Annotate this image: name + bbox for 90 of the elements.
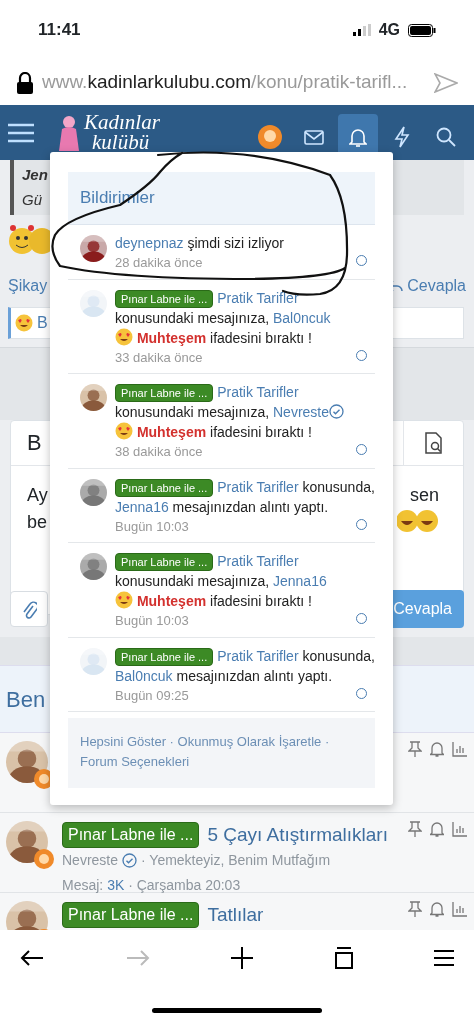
avatar-icon[interactable] xyxy=(258,125,282,149)
menu-footer-links: Hepsini Göster · Okunmuş Olarak İşaretle · Forum Seçenekleri xyxy=(68,718,375,788)
thread-forums: · Yemekteyiz, Benim Mutfağım xyxy=(141,850,331,870)
user-link[interactable]: Bal0ncuk xyxy=(115,667,173,684)
attach-button[interactable] xyxy=(10,591,48,627)
network-label: 4G xyxy=(378,20,400,40)
reaction-summary[interactable]: B xyxy=(37,311,48,335)
editor-text: be xyxy=(27,511,48,534)
prefix-label[interactable]: Pınar Labne ile ... xyxy=(115,478,214,497)
notification-text: Pınar Labne ile ... Pratik Tarifler konusunda, Bal0ncuk mesajınızdan alıntı yaptı. xyxy=(115,646,375,686)
notification-time: 38 dakika önce xyxy=(115,443,203,461)
heart-eyes-icon xyxy=(115,591,133,609)
paperclip-icon xyxy=(21,599,37,620)
bell-icon xyxy=(430,741,444,757)
notification-time: 28 dakika önce xyxy=(115,254,203,272)
user-link[interactable]: deynepnaz xyxy=(115,235,184,251)
back-icon[interactable] xyxy=(20,949,44,967)
pin-icon xyxy=(408,901,422,917)
section-heading: Ben xyxy=(6,685,46,714)
tabs-icon[interactable] xyxy=(334,947,353,969)
prefix-label[interactable]: Pınar Labne ile ... xyxy=(62,902,200,929)
url-text[interactable]: www.kadinlarkulubu.com/konu/pratik-tarifl... xyxy=(42,68,426,97)
thread-stats: Mesaj: 3K · Çarşamba 20:03 xyxy=(62,875,242,895)
prefix-label[interactable]: Pınar Labne ile ... xyxy=(115,553,214,571)
preview-icon xyxy=(423,432,444,454)
thread-link[interactable]: Pratik Tarifler xyxy=(217,384,299,400)
notification-item[interactable]: Pınar Labne ile ... Pratik Tarifler konusunda, Bal0ncuk mesajınızdan alıntı yaptı. Bugün 09:25 xyxy=(68,637,375,712)
prefix-label[interactable]: Pınar Labne ile ... xyxy=(115,384,214,402)
thread-title[interactable]: Tatlılar xyxy=(207,901,264,930)
report-link[interactable]: Şikay xyxy=(8,274,48,298)
logo-figure-icon xyxy=(58,114,80,151)
notification-text: Pınar Labne ile ... Pratik Tarifler konusundaki mesajınıza, Nevreste Muhteşem ifadesini bıraktı ! xyxy=(115,382,375,442)
chart-icon xyxy=(452,821,468,837)
thread-link[interactable]: Pratik Tarifler xyxy=(217,647,299,664)
thread-author[interactable]: Nevreste xyxy=(62,849,119,871)
notification-time: Bugün 09:25 xyxy=(115,686,189,705)
pin-icon xyxy=(408,741,422,757)
search-icon[interactable] xyxy=(436,127,456,147)
prefix-label[interactable]: Pınar Labne ile ... xyxy=(115,289,214,308)
prefix-label[interactable]: Pınar Labne ile ... xyxy=(62,822,200,849)
bell-icon[interactable] xyxy=(349,127,367,147)
notification-time: 33 dakika önce xyxy=(115,348,203,367)
footer-link[interactable]: Okunmuş Olarak İşaretle xyxy=(177,734,322,749)
user-link[interactable]: Bal0ncuk xyxy=(273,309,331,326)
notification-text: Pınar Labne ile ... Pratik Tarifler konusundaki mesajınıza, Jenna16 Muhteşem ifadesini bıraktı ! xyxy=(115,552,328,611)
heart-eyes-icon xyxy=(115,422,133,440)
menu-icon[interactable] xyxy=(434,949,454,967)
quote-author: Jen xyxy=(22,164,48,185)
plus-icon[interactable] xyxy=(231,947,253,969)
lock-icon xyxy=(16,71,34,94)
user-link[interactable]: Jenna16 xyxy=(115,498,169,515)
notification-time: Bugün 10:03 xyxy=(115,612,189,630)
footer-link[interactable]: Hepsini Göster xyxy=(80,734,166,749)
user-link[interactable]: Nevreste xyxy=(273,404,329,420)
heart-eyes-icon xyxy=(115,327,133,346)
notification-item[interactable]: Pınar Labne ile ... Pratik Tarifler konusundaki mesajınıza, Jenna16 Muhteşem ifadesini bıraktı ! Bugün 10:03 xyxy=(68,543,375,638)
reply-count[interactable]: 3K xyxy=(107,876,125,893)
notification-text: deynepnaz şimdi sizi izliyor xyxy=(115,234,285,253)
heart-eyes-icon xyxy=(15,314,33,332)
notification-item[interactable]: Pınar Labne ile ... Pratik Tarifler konusunda, Jenna16 mesajınızdan alıntı yaptı. Bugün 10:03 xyxy=(68,468,375,543)
chart-icon xyxy=(452,901,468,917)
editor-text: sen xyxy=(409,484,439,507)
thread-link[interactable]: Pratik Tarifler xyxy=(217,289,299,306)
emoji-drawing xyxy=(397,509,439,533)
bell-icon xyxy=(430,821,444,837)
thread-link[interactable]: Pratik Tarifler xyxy=(217,553,299,569)
footer-link[interactable]: Forum Seçenekleri xyxy=(80,754,190,769)
user-link[interactable]: Jenna16 xyxy=(273,573,327,589)
avatar-icon xyxy=(34,849,54,869)
editor-text: Ay xyxy=(27,484,48,507)
notification-time: Bugün 10:03 xyxy=(115,517,189,536)
chart-icon xyxy=(452,741,468,757)
bell-icon xyxy=(430,901,444,917)
battery-icon xyxy=(408,23,436,37)
notification-item[interactable]: Pınar Labne ile ... Pratik Tarifler konusundaki mesajınıza, Bal0ncuk Muhteşem ifadesini bıraktı ! 33 dakika önce xyxy=(68,279,375,374)
prefix-label[interactable]: Pınar Labne ile ... xyxy=(115,647,214,666)
clock-time: 11:41 xyxy=(38,19,81,42)
thread-link[interactable]: Pratik Tarifler xyxy=(217,478,299,495)
logo-text[interactable]: Kadınlar kulübü xyxy=(84,112,160,153)
signal-icon xyxy=(352,24,371,36)
bold-button[interactable]: B xyxy=(27,426,42,460)
mail-icon[interactable] xyxy=(304,129,324,145)
notification-item[interactable]: deynepnaz şimdi sizi izliyor 28 dakika önce xyxy=(68,225,375,280)
thread-title[interactable]: 5 Çayı Atıştırmalıkları xyxy=(207,821,388,850)
notification-item[interactable]: Pınar Labne ile ... Pratik Tarifler konusundaki mesajınıza, Nevreste Muhteşem ifadesini bıraktı ! 38 dakika önce xyxy=(68,374,375,469)
lightning-icon[interactable] xyxy=(394,126,410,148)
quote-date: Gü xyxy=(22,190,42,210)
notification-text: Pınar Labne ile ... Pratik Tarifler konusunda, Jenna16 mesajınızdan alıntı yaptı. xyxy=(115,477,375,517)
pin-icon xyxy=(408,821,422,837)
notification-text: Pınar Labne ile ... Pratik Tarifler konusundaki mesajınıza, Bal0ncuk Muhteşem ifadesini bıraktı ! xyxy=(115,288,332,348)
